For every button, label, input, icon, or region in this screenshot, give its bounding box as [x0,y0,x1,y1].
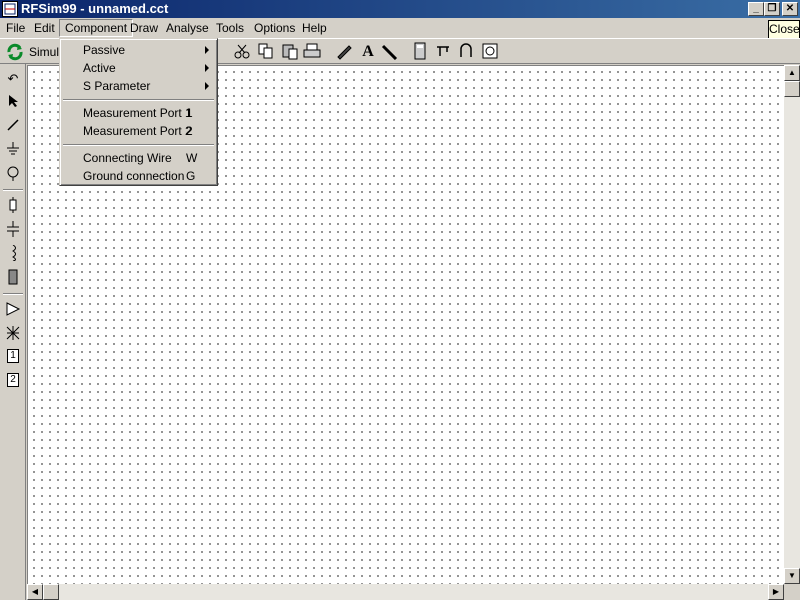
menu-tools[interactable]: Tools [211,19,249,37]
calculator-icon[interactable] [410,42,430,62]
restore-button[interactable]: ❐ [764,2,780,16]
amplifier-icon[interactable] [4,301,22,319]
minimize-button[interactable]: _ [748,2,764,16]
vertical-scrollbar[interactable]: ▲ ▼ [784,65,800,584]
menu-item-measurement-port-1[interactable]: Measurement Port 1 1 [62,104,215,122]
component-menu: Passive Active S Parameter Measurement P… [59,38,218,186]
component-palette: ↶ 1 2 [0,64,26,600]
menu-item-label: Ground connection [83,169,185,183]
pen-icon[interactable] [334,42,354,62]
scroll-up-icon[interactable]: ▲ [784,65,800,81]
paste-icon[interactable] [280,42,300,62]
menu-item-s-parameter[interactable]: S Parameter [62,77,215,95]
copy-icon[interactable] [256,42,276,62]
rotate-icon[interactable]: ↶ [4,70,22,88]
simulate-button[interactable]: Simulate [4,42,62,62]
close-icon: ✕ [785,3,795,14]
smith-icon[interactable] [480,42,500,62]
ruler-icon[interactable] [380,42,400,62]
restore-icon: ❐ [767,3,777,14]
text-icon[interactable]: A [358,42,378,62]
wire-icon[interactable] [4,118,22,136]
window-title: RFSim99 - unnamed.cct [21,1,169,16]
close-button[interactable]: ✕ [782,2,798,16]
scroll-down-icon[interactable]: ▼ [784,568,800,584]
scroll-left-icon[interactable]: ◀ [27,584,43,600]
menu-item-label: Measurement Port 2 [83,124,192,138]
simulate-label: Simulate [29,45,62,59]
port2-icon[interactable]: 2 [7,373,19,387]
inductor-icon[interactable] [4,244,22,263]
menu-separator [63,99,214,101]
menu-bar: File Edit Component Draw Analyse Tools O… [0,18,800,38]
menu-item-label: Connecting Wire [83,151,172,165]
filter-icon[interactable] [434,42,454,62]
vertical-scroll-thumb[interactable] [784,81,800,97]
menu-item-label: Measurement Port 1 [83,106,192,120]
menu-edit[interactable]: Edit [29,19,60,37]
menu-item-shortcut: 1 [186,106,193,120]
refresh-icon [7,43,23,61]
menu-item-label: Passive [83,43,126,57]
menu-analyse[interactable]: Analyse [161,19,214,37]
transistor-icon[interactable] [4,325,22,343]
menu-separator [63,144,214,146]
transformer-icon[interactable] [4,269,22,287]
app-icon [2,1,18,17]
scroll-right-icon[interactable]: ▶ [768,584,784,600]
resistor-icon[interactable] [4,197,22,215]
horizontal-scrollbar[interactable]: ◀ ▶ [27,584,784,600]
port-icon[interactable] [4,165,22,183]
submenu-arrow-icon [205,82,209,90]
menu-file[interactable]: File [1,19,30,37]
menu-item-ground-connection[interactable]: Ground connection G [62,167,215,185]
submenu-arrow-icon [205,64,209,72]
menu-options[interactable]: Options [249,19,300,37]
cut-icon[interactable] [232,42,252,62]
horizontal-scroll-thumb[interactable] [43,584,59,600]
menu-item-active[interactable]: Active [62,59,215,77]
ground-icon[interactable] [4,141,22,159]
menu-item-passive[interactable]: Passive [62,41,215,59]
submenu-arrow-icon [205,46,209,54]
minimize-icon: _ [753,3,759,14]
port1-icon[interactable]: 1 [7,349,19,363]
palette-separator [3,189,23,191]
capacitor-icon[interactable] [4,221,22,239]
pointer-icon[interactable] [4,94,22,112]
menu-item-shortcut: G [186,169,196,183]
menu-help[interactable]: Help [297,19,332,37]
menu-item-connecting-wire[interactable]: Connecting Wire W [62,149,215,167]
menu-item-measurement-port-2[interactable]: Measurement Port 2 2 [62,122,215,140]
title-bar: RFSim99 - unnamed.cct _ ❐ ✕ [0,0,800,18]
scrollbar-corner [784,584,800,600]
menu-item-label: Active [83,61,116,75]
print-icon[interactable] [302,42,322,62]
palette-separator [3,293,23,295]
coupler-icon[interactable] [456,42,476,62]
menu-item-shortcut: W [186,151,198,165]
menu-item-shortcut: 2 [186,124,193,138]
menu-draw[interactable]: Draw [125,19,163,37]
menu-component[interactable]: Component [59,19,134,37]
menu-item-label: S Parameter [83,79,151,93]
